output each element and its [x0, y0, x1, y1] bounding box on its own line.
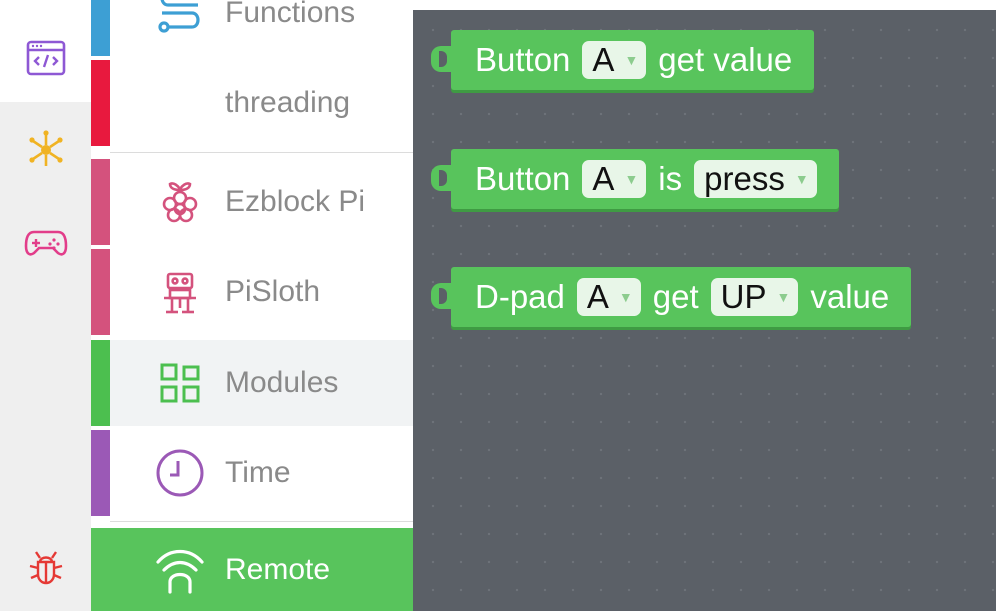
code-window-icon: [26, 40, 66, 76]
press-state-dropdown[interactable]: press ▼: [694, 160, 817, 198]
dropdown-value: A: [592, 41, 615, 78]
gamepad-icon: [24, 230, 68, 256]
block-connector: [431, 283, 453, 309]
category-label: Ezblock Pi: [225, 185, 366, 218]
dpad-select-dropdown[interactable]: A ▼: [576, 278, 641, 316]
network-hub-icon: [29, 130, 63, 166]
category-ezblock-pi[interactable]: Ezblock Pi: [91, 159, 413, 245]
block-text: value: [810, 278, 890, 315]
category-remote[interactable]: Remote: [91, 528, 413, 611]
category-label: Time: [225, 456, 291, 489]
functions-icon: [151, 0, 209, 42]
dropdown-arrow-icon: ▼: [794, 171, 809, 187]
category-color-bar: [91, 430, 110, 516]
category-modules[interactable]: Modules: [91, 340, 413, 426]
block-text: Button: [475, 41, 571, 78]
side-toolbar: [0, 0, 91, 611]
category-label: threading: [225, 86, 351, 119]
dropdown-arrow-icon: ▼: [624, 52, 639, 68]
dropdown-arrow-icon: ▼: [618, 289, 633, 305]
debug-button[interactable]: [18, 538, 74, 594]
dropdown-value: press: [704, 160, 785, 197]
button-select-dropdown[interactable]: A ▼: [582, 160, 647, 198]
category-label: PiSloth: [225, 275, 321, 308]
dropdown-value: A: [592, 160, 615, 197]
bug-icon: [29, 551, 63, 585]
block-connector: [431, 46, 453, 72]
category-functions[interactable]: Functions: [91, 0, 413, 56]
button-get-value-block[interactable]: Button A ▼ get value: [431, 30, 815, 90]
category-separator: [110, 521, 413, 522]
dropdown-value: A: [586, 278, 609, 315]
category-color-bar: [91, 249, 110, 335]
robot-icon: [151, 263, 209, 321]
button-select-dropdown[interactable]: A ▼: [582, 41, 647, 79]
category-label: Modules: [225, 366, 339, 399]
category-color-bar: [91, 60, 110, 146]
category-list: Functions threading Ezblock Pi PiSloth M…: [91, 0, 413, 611]
gamepad-button[interactable]: [18, 214, 74, 270]
direction-dropdown[interactable]: UP ▼: [710, 278, 799, 316]
dropdown-arrow-icon: ▼: [624, 171, 639, 187]
button-is-press-block[interactable]: Button A ▼ is press ▼: [431, 149, 839, 209]
category-threading[interactable]: threading: [91, 60, 413, 146]
block-text: Button: [475, 160, 571, 197]
block-text: get: [652, 278, 699, 315]
dropdown-value: UP: [720, 278, 767, 315]
block-text: D-pad: [475, 278, 565, 315]
blocks-workspace[interactable]: Button A ▼ get value Button A ▼ is press…: [413, 10, 996, 611]
block-text: is: [658, 160, 683, 197]
clock-icon: [151, 444, 209, 502]
category-label: Functions: [225, 0, 356, 29]
modules-grid-icon: [151, 354, 209, 412]
code-editor-button[interactable]: [18, 30, 74, 86]
category-time[interactable]: Time: [91, 430, 413, 516]
category-color-bar: [91, 340, 110, 426]
block-connector: [431, 165, 453, 191]
category-color-bar: [91, 0, 110, 56]
category-separator: [110, 152, 413, 153]
category-color-bar: [91, 159, 110, 245]
remote-signal-icon: [151, 541, 209, 599]
connections-button[interactable]: [18, 122, 74, 178]
raspberry-pi-icon: [151, 173, 209, 231]
category-label: Remote: [225, 552, 331, 586]
category-pisloth[interactable]: PiSloth: [91, 249, 413, 335]
dropdown-arrow-icon: ▼: [776, 289, 791, 305]
dpad-get-value-block[interactable]: D-pad A ▼ get UP ▼ value: [431, 267, 912, 327]
block-text: get value: [658, 41, 793, 78]
